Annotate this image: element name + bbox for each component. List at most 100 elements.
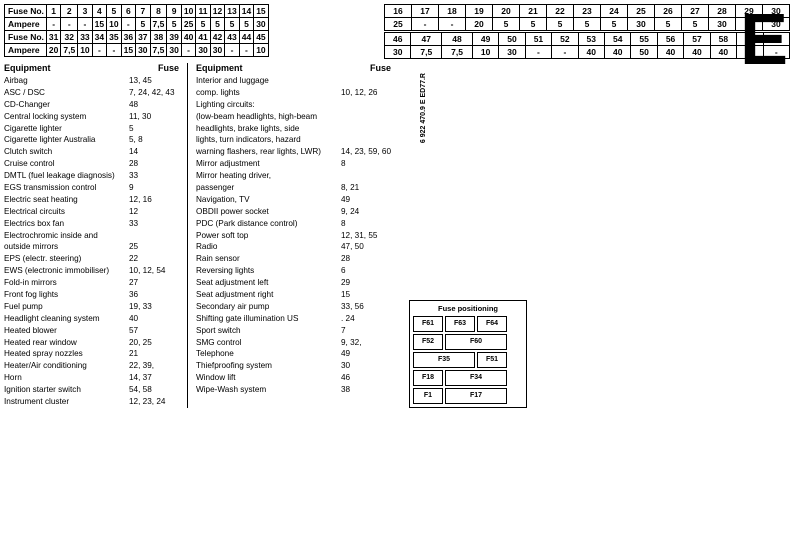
cell: 5: [196, 18, 210, 31]
fuse-box-f52: F52: [413, 334, 443, 350]
cell: 30: [167, 44, 181, 57]
eq-fuse: [341, 99, 391, 111]
eq-fuse: [341, 134, 391, 146]
cell: 10: [78, 44, 92, 57]
cell: 5: [520, 18, 547, 31]
eq-name: OBDII power socket: [196, 206, 341, 218]
eq-name: headlights, brake lights, side: [196, 123, 341, 135]
eq-fuse: 40: [129, 313, 179, 325]
eq-fuse: 38: [341, 384, 391, 396]
eq-name: Shifting gate illumination US: [196, 313, 341, 325]
eq-fuse: 28: [129, 158, 179, 170]
cell: 40: [657, 46, 683, 59]
fuse-row-5: F1 F17: [413, 388, 523, 404]
eq-fuse: [129, 230, 179, 242]
cell: 36: [121, 31, 135, 44]
fuse-label-right: Fuse: [370, 63, 391, 73]
eq-item: Interior and luggage: [196, 75, 391, 87]
cell: 6: [121, 5, 135, 18]
eq-fuse: 28: [341, 253, 391, 265]
eq-name: Mirror heating driver,: [196, 170, 341, 182]
eq-fuse: 33: [129, 170, 179, 182]
eq-name: Mirror adjustment: [196, 158, 341, 170]
cell: -: [121, 18, 135, 31]
eq-fuse: 9: [129, 182, 179, 194]
cell: 33: [78, 31, 92, 44]
cell: 40: [578, 46, 604, 59]
fuse-row-2: F52 F60: [413, 334, 523, 350]
eq-fuse: 6: [341, 265, 391, 277]
eq-fuse: 14: [129, 146, 179, 158]
eq-item: lights, turn indicators, hazard: [196, 134, 391, 146]
eq-item: PDC (Park distance control)8: [196, 218, 391, 230]
eq-fuse: 12, 31, 55: [341, 230, 391, 242]
eq-item: Shifting gate illumination US. 24: [196, 313, 391, 325]
right-eq-header: Equipment Fuse: [196, 63, 391, 73]
eq-name: Heated spray nozzles: [4, 348, 129, 360]
eq-fuse: 7, 24, 42, 43: [129, 87, 179, 99]
cell: 51: [525, 33, 551, 46]
cell: -: [525, 46, 551, 59]
cell: 15: [92, 18, 106, 31]
eq-item: comp. lights10, 12, 26: [196, 87, 391, 99]
cell: 9: [167, 5, 181, 18]
cell: -: [239, 44, 253, 57]
eq-name: Central locking system: [4, 111, 129, 123]
eq-item: Cruise control28: [4, 158, 179, 170]
eq-item: Power soft top12, 31, 55: [196, 230, 391, 242]
cell: 2: [61, 5, 78, 18]
vertical-text: 6 922 470.9 E ED77.R: [420, 73, 427, 143]
eq-fuse: 13, 45: [129, 75, 179, 87]
cell: -: [552, 46, 578, 59]
eq-item: outside mirrors25: [4, 241, 179, 253]
eq-name: SMG control: [196, 337, 341, 349]
eq-item: Wipe-Wash system38: [196, 384, 391, 396]
cell: 30: [628, 18, 655, 31]
eq-item: Fold-in mirrors27: [4, 277, 179, 289]
cell: 7,5: [442, 46, 473, 59]
left-table-section: Fuse No. 1234 5678 9101112 131415 Ampere…: [4, 4, 364, 59]
cell: 40: [710, 46, 736, 59]
cell: 5: [655, 18, 682, 31]
cell: 31: [46, 31, 60, 44]
cell: 5: [225, 18, 239, 31]
eq-fuse: 12, 16: [129, 194, 179, 206]
cell: 5: [210, 18, 224, 31]
eq-fuse: 5, 8: [129, 134, 179, 146]
eq-item: Fuel pump19, 33: [4, 301, 179, 313]
ampere-label-2: Ampere: [5, 44, 47, 57]
eq-item: Navigation, TV49: [196, 194, 391, 206]
eq-name: Window lift: [196, 372, 341, 384]
cell: 30: [210, 44, 224, 57]
eq-item: Mirror adjustment8: [196, 158, 391, 170]
fuse-box-f51: F51: [477, 352, 507, 368]
cell: 53: [578, 33, 604, 46]
tables-top: Fuse No. 1234 5678 9101112 131415 Ampere…: [4, 4, 790, 59]
eq-name: Electrical circuits: [4, 206, 129, 218]
cell: 13: [225, 5, 239, 18]
cell: 5: [682, 18, 709, 31]
cell: 5: [167, 18, 181, 31]
cell: 30: [254, 18, 268, 31]
eq-item: Clutch switch14: [4, 146, 179, 158]
eq-item: Horn14, 37: [4, 372, 179, 384]
cell: 22: [547, 5, 574, 18]
eq-fuse: 54, 58: [129, 384, 179, 396]
eq-name: Interior and luggage: [196, 75, 341, 87]
fuse-row-3: F35 F51: [413, 352, 523, 368]
eq-item: Electrochromic inside and: [4, 230, 179, 242]
cell: 14: [239, 5, 253, 18]
eq-fuse: 15: [341, 289, 391, 301]
eq-item: Rain sensor28: [196, 253, 391, 265]
eq-item: Cigarette lighter5: [4, 123, 179, 135]
cell: 30: [709, 18, 736, 31]
cell: 35: [107, 31, 121, 44]
eq-name: Electrics box fan: [4, 218, 129, 230]
eq-name: Lighting circuits:: [196, 99, 341, 111]
eq-fuse: 8: [341, 218, 391, 230]
eq-name: ASC / DSC: [4, 87, 129, 99]
eq-name: Heated blower: [4, 325, 129, 337]
eq-item: Thiefproofing system30: [196, 360, 391, 372]
cell: 30: [499, 46, 525, 59]
cell: 43: [225, 31, 239, 44]
